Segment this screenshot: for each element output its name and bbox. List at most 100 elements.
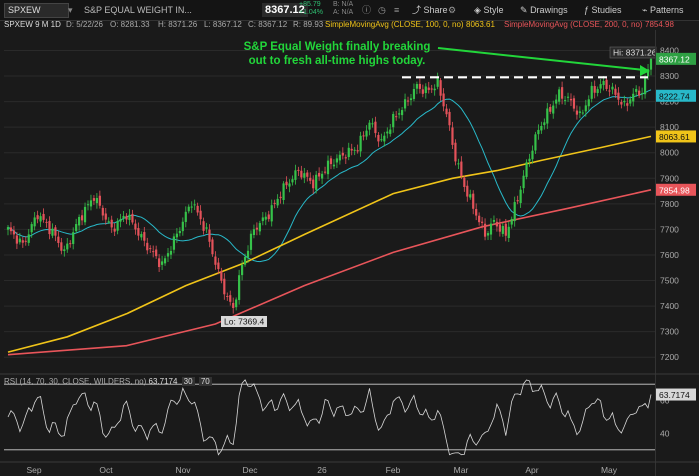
candle-body <box>445 108 448 115</box>
time-tick-label: Apr <box>525 465 538 475</box>
candle-body <box>116 220 119 231</box>
candle-body <box>211 239 214 255</box>
time-tick-label: Sep <box>26 465 41 475</box>
candle-body <box>605 79 608 89</box>
candle-body <box>537 129 540 135</box>
candle-body <box>353 149 356 151</box>
sma20-tag-text: 8222.74 <box>659 91 690 101</box>
price-axis-border <box>655 30 656 476</box>
candle-body <box>184 211 187 222</box>
studies-button[interactable]: ƒ Studies <box>584 0 622 20</box>
candle-body <box>368 122 371 130</box>
studies-icon: ƒ <box>584 5 590 15</box>
candle-body <box>635 88 638 92</box>
candle-body <box>563 100 567 102</box>
alert-icon[interactable]: ◷ <box>378 0 386 20</box>
time-tick-label: Nov <box>175 465 191 475</box>
price-change: +85.79 +1.04% <box>299 1 323 21</box>
candle-body <box>125 215 128 220</box>
candle-body <box>326 160 330 175</box>
candle-body <box>249 233 253 250</box>
candle-body <box>596 89 599 93</box>
candle-body <box>463 177 466 188</box>
candle-body <box>190 206 193 208</box>
share-button[interactable]: ⤴ Share <box>412 0 448 20</box>
annotation-line-1: S&P Equal Weight finally breaking <box>243 41 431 53</box>
candle-body <box>315 174 318 190</box>
candle-body <box>558 89 561 102</box>
candle-body <box>42 213 45 220</box>
candle-body <box>424 86 427 94</box>
candle-body <box>543 122 546 126</box>
price-tick-label: 7400 <box>660 301 679 311</box>
candle-body <box>501 226 504 234</box>
candle-body <box>403 99 407 109</box>
candle-body <box>137 228 140 236</box>
price-tick-label: 7900 <box>660 173 679 183</box>
candle-body <box>629 99 632 104</box>
candle-body <box>60 242 63 251</box>
candle-body <box>540 125 543 131</box>
candle-body <box>143 232 146 241</box>
candle-body <box>602 80 605 86</box>
candle-body <box>300 170 303 178</box>
candle-body <box>608 90 611 92</box>
candle-body <box>166 253 170 257</box>
candle-body <box>472 193 475 209</box>
settings-icon[interactable]: ⚙ <box>448 0 456 20</box>
candle-body <box>531 150 534 160</box>
candle-body <box>294 170 297 180</box>
candle-body <box>614 88 617 95</box>
candle-body <box>362 135 365 137</box>
drawings-button[interactable]: ✎ Drawings <box>520 0 568 20</box>
candle-body <box>519 189 522 204</box>
candle-body <box>33 217 36 227</box>
list-icon[interactable]: ≡ <box>394 0 399 20</box>
symbol-input[interactable]: SPXEW <box>4 3 69 18</box>
candle-body <box>504 223 507 236</box>
candle-body <box>395 116 398 118</box>
patterns-button[interactable]: ⌁ Patterns <box>642 0 683 20</box>
candle-body <box>279 196 282 199</box>
style-button[interactable]: ◈ Style <box>474 0 503 20</box>
candle-body <box>78 216 81 226</box>
candle-body <box>128 214 131 220</box>
candle-body <box>243 257 247 265</box>
candle-body <box>593 86 596 93</box>
candle-body <box>584 105 587 112</box>
candle-body <box>427 87 430 90</box>
candle-body <box>92 198 96 201</box>
rsi-tick-label: 40 <box>660 428 670 438</box>
sma20-line <box>7 89 652 263</box>
candle-body <box>95 197 98 204</box>
time-tick-label: Mar <box>454 465 469 475</box>
candlestick-series <box>6 54 653 314</box>
time-tick-label: Dec <box>242 465 258 475</box>
candle-body <box>406 100 410 102</box>
candle-body <box>510 218 513 225</box>
candle-body <box>291 179 294 183</box>
price-tick-label: 7800 <box>660 199 679 209</box>
candle-body <box>98 195 101 206</box>
rsi-header-value: 63.7174 <box>148 377 178 386</box>
candle-body <box>232 302 235 308</box>
candle-body <box>578 111 581 113</box>
candle-body <box>27 234 30 243</box>
candle-body <box>72 232 75 244</box>
candle-body <box>169 250 173 255</box>
candle-body <box>433 88 436 91</box>
candle-body <box>641 93 644 95</box>
candle-body <box>69 243 72 245</box>
info-icon[interactable]: ⓘ <box>362 0 371 20</box>
chart-header: SPXEW 9 M 1D D: 5/22/26 O: 8281.33 H: 83… <box>0 20 699 30</box>
high-label: Hi: 8371.26 <box>609 46 657 59</box>
candle-body <box>303 173 306 178</box>
candle-body <box>282 183 285 201</box>
rsi-value-tag-text: 63.7174 <box>659 390 690 400</box>
candle-body <box>122 215 125 219</box>
price-chart[interactable]: Hi: 8371.26 Lo: 7369.4 7200 7300 7400 7500 76… <box>0 30 699 476</box>
candle-body <box>238 275 241 300</box>
candle-body <box>196 205 199 213</box>
symbol-dropdown-icon[interactable]: ▾ <box>68 0 78 20</box>
sma100-tag-text: 8063.61 <box>659 132 690 142</box>
